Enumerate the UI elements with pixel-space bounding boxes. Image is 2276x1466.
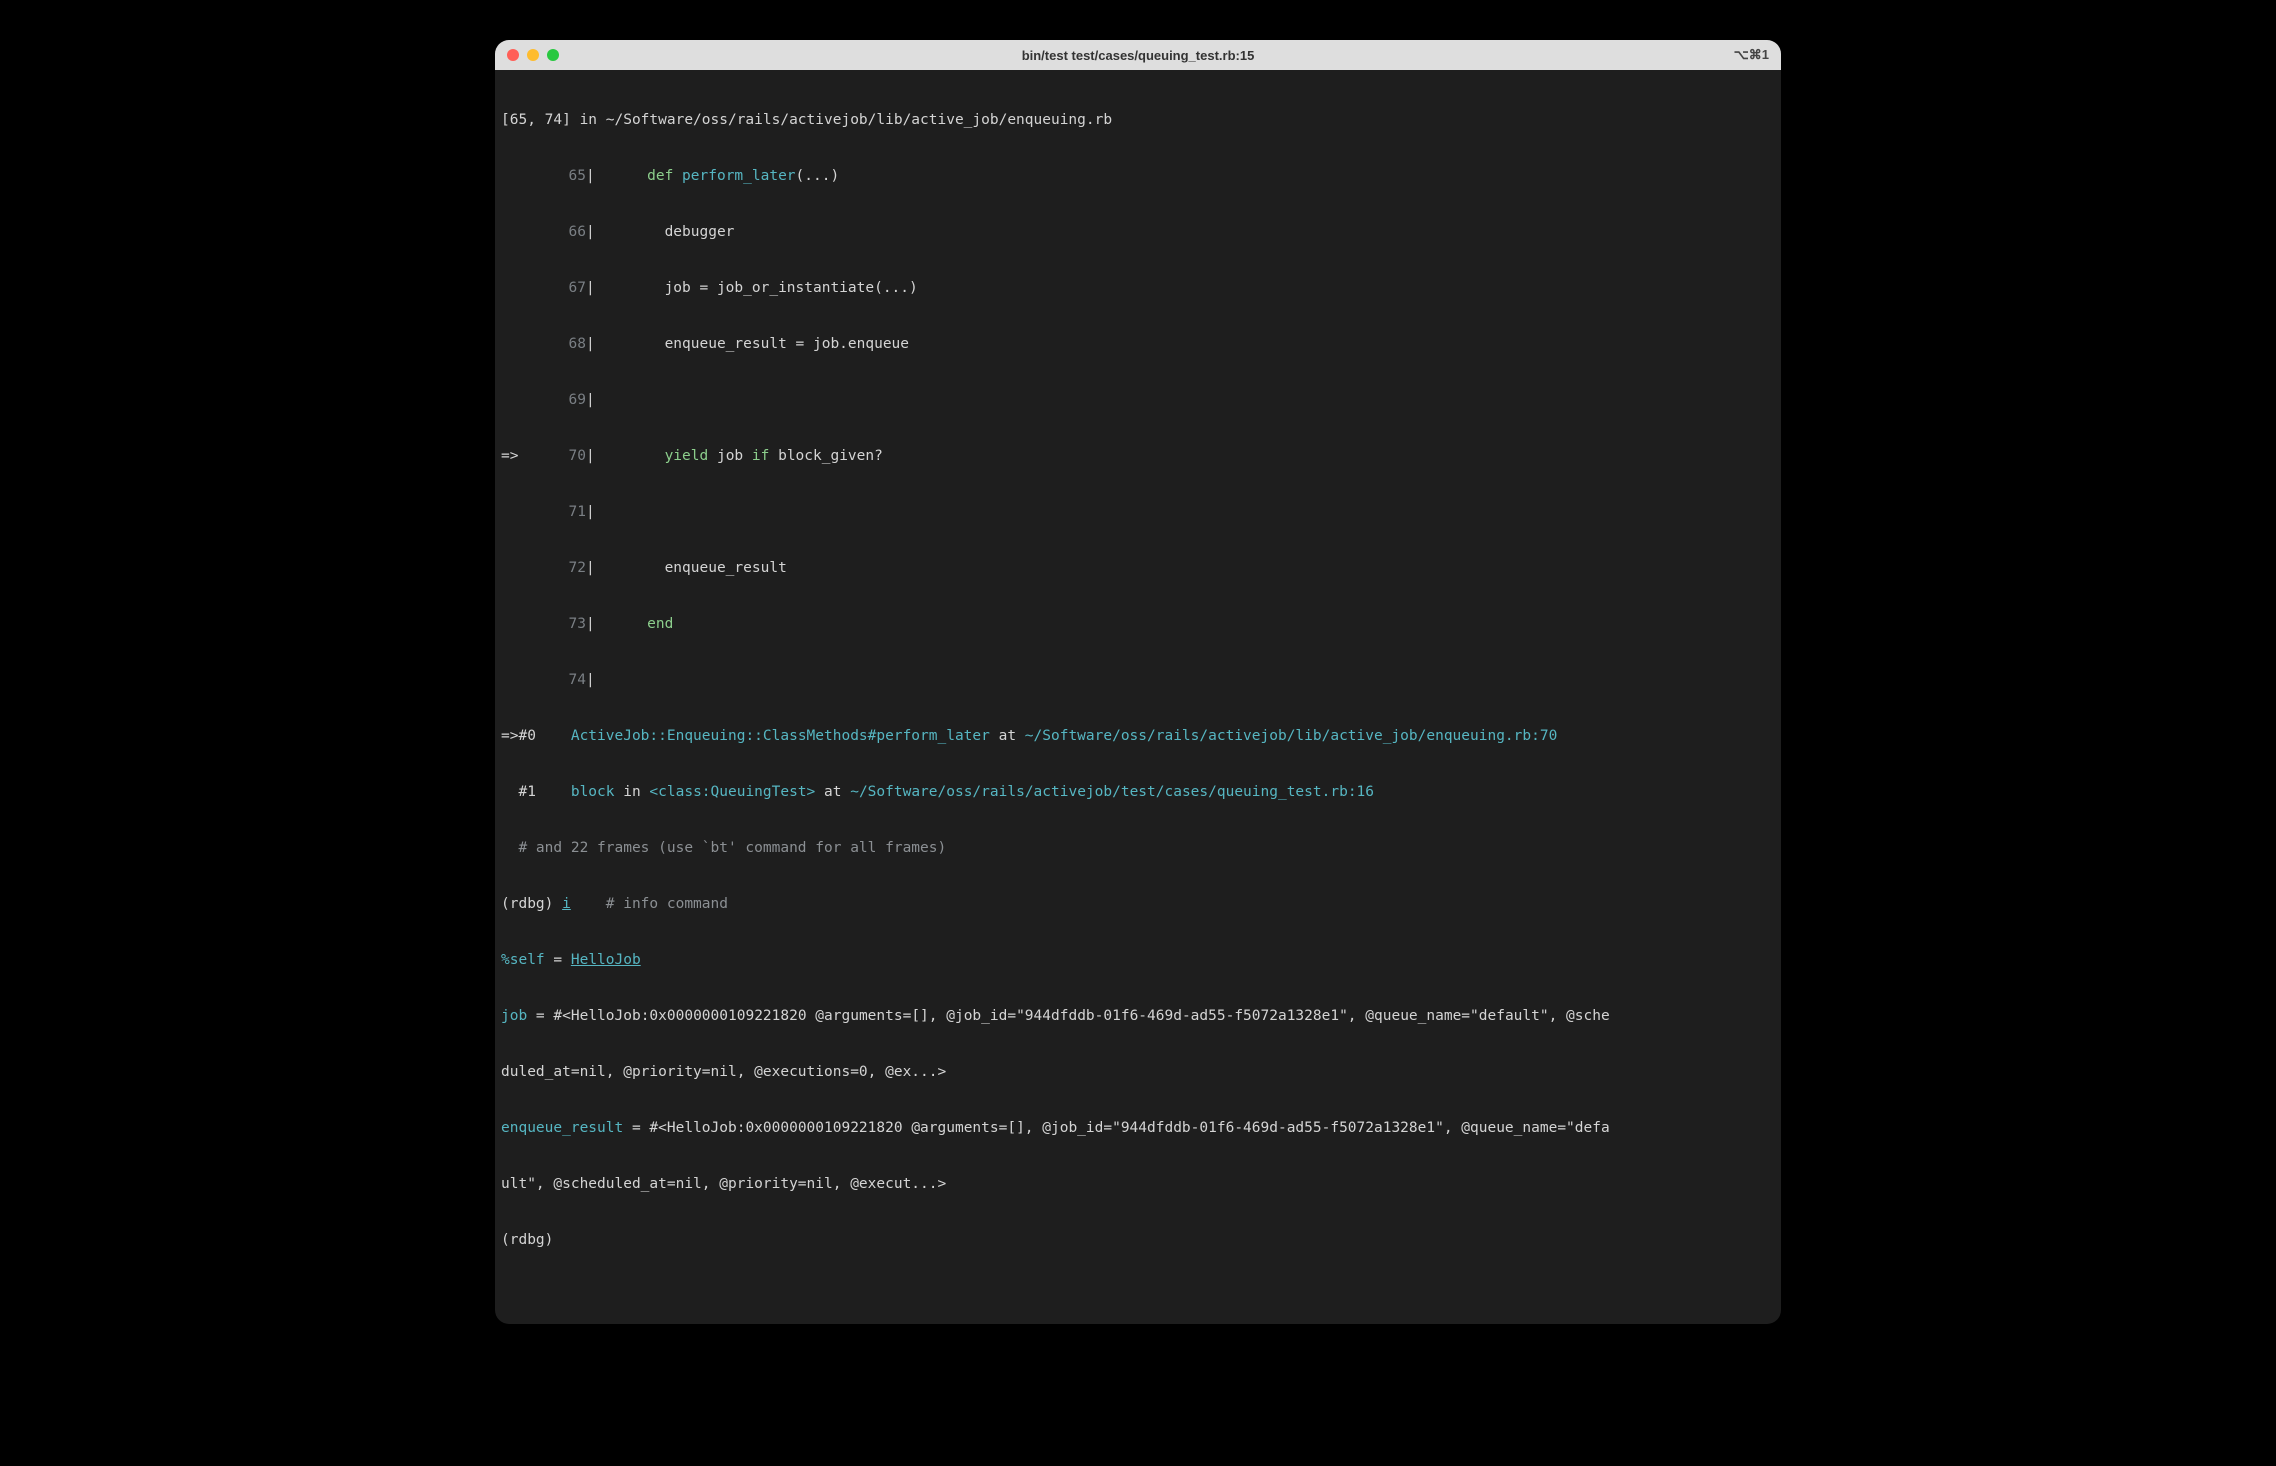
source-line-current: =>70| yield job if block_given? <box>501 442 1775 470</box>
source-line: 69| <box>501 386 1775 414</box>
info-self: %self = HelloJob <box>501 946 1775 974</box>
info-enqueue-result-cont: ult", @scheduled_at=nil, @priority=nil, … <box>501 1170 1775 1198</box>
source-line: 72| enqueue_result <box>501 554 1775 582</box>
frame: #1 block in <class:QueuingTest> at ~/Sof… <box>501 778 1775 806</box>
window-title: bin/test test/cases/queuing_test.rb:15 <box>495 48 1781 63</box>
info-job-cont: duled_at=nil, @priority=nil, @executions… <box>501 1058 1775 1086</box>
source-header: [65, 74] in ~/Software/oss/rails/activej… <box>501 106 1775 134</box>
source-line: 65| def perform_later(...) <box>501 162 1775 190</box>
info-job: job = #<HelloJob:0x0000000109221820 @arg… <box>501 1002 1775 1030</box>
rdbg-prompt: (rdbg) i # info command <box>501 890 1775 918</box>
source-line: 66| debugger <box>501 218 1775 246</box>
source-line: 74| <box>501 666 1775 694</box>
terminal-window: bin/test test/cases/queuing_test.rb:15 ⌥… <box>495 40 1781 1324</box>
titlebar[interactable]: bin/test test/cases/queuing_test.rb:15 ⌥… <box>495 40 1781 70</box>
tab-shortcut: ⌥⌘1 <box>1734 47 1769 63</box>
source-line: 68| enqueue_result = job.enqueue <box>501 330 1775 358</box>
info-enqueue-result: enqueue_result = #<HelloJob:0x0000000109… <box>501 1114 1775 1142</box>
rdbg-prompt[interactable]: (rdbg) <box>501 1226 1775 1254</box>
terminal-body[interactable]: [65, 74] in ~/Software/oss/rails/activej… <box>495 70 1781 1324</box>
source-line: 67| job = job_or_instantiate(...) <box>501 274 1775 302</box>
frame-current: =>#0 ActiveJob::Enqueuing::ClassMethods#… <box>501 722 1775 750</box>
frames-more: # and 22 frames (use `bt' command for al… <box>501 834 1775 862</box>
source-line: 73| end <box>501 610 1775 638</box>
info-command: i <box>562 896 571 912</box>
source-line: 71| <box>501 498 1775 526</box>
